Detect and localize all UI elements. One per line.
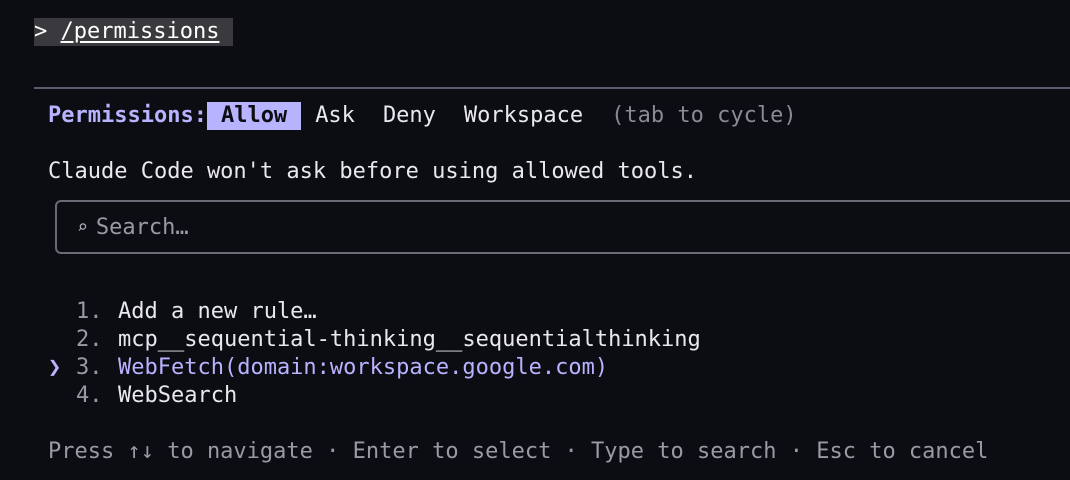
selection-pointer-slot [48, 326, 76, 354]
keyboard-hints-footer: Press ↑↓ to navigate · Enter to select ·… [48, 439, 989, 464]
list-item-add-rule[interactable]: 1. Add a new rule… [48, 298, 701, 326]
permissions-tabs: Permissions: Allow Ask Deny Workspace (t… [48, 102, 797, 130]
divider [34, 87, 1070, 89]
list-item-number: 4. [76, 383, 103, 408]
tab-cycle-hint: (tab to cycle) [611, 103, 797, 128]
list-item-label: Add a new rule… [118, 299, 317, 324]
prompt-symbol: > [34, 19, 48, 44]
tab-workspace[interactable]: Workspace [450, 102, 597, 130]
tab-deny[interactable]: Deny [369, 102, 450, 130]
command-prompt: > /permissions [34, 18, 234, 46]
list-item-number: 3. [76, 355, 103, 380]
rules-list: 1. Add a new rule… 2. mcp__sequential-th… [48, 298, 701, 410]
list-item-number: 1. [76, 299, 103, 324]
list-item-label: WebSearch [118, 383, 238, 408]
selection-pointer-slot [48, 298, 76, 326]
search-box[interactable]: ⌕ [55, 200, 1070, 254]
list-item-label: WebFetch(domain:workspace.google.com) [118, 355, 609, 380]
list-item-rule-selected[interactable]: ❯ 3. WebFetch(domain:workspace.google.co… [48, 354, 701, 382]
tab-allow[interactable]: Allow [206, 102, 302, 130]
command-text: /permissions [60, 19, 220, 44]
list-item-label: mcp__sequential-thinking__sequentialthin… [118, 327, 701, 352]
list-item-number: 2. [76, 327, 103, 352]
tab-ask[interactable]: Ask [301, 102, 369, 130]
permissions-label: Permissions: [48, 103, 207, 128]
list-item-rule[interactable]: 4. WebSearch [48, 382, 701, 410]
list-item-rule[interactable]: 2. mcp__sequential-thinking__sequentialt… [48, 326, 701, 354]
permissions-description: Claude Code won't ask before using allow… [48, 159, 698, 184]
search-icon: ⌕ [77, 216, 88, 238]
search-input[interactable] [95, 214, 996, 240]
selection-pointer-icon: ❯ [48, 355, 62, 380]
selection-pointer-slot [48, 382, 76, 410]
